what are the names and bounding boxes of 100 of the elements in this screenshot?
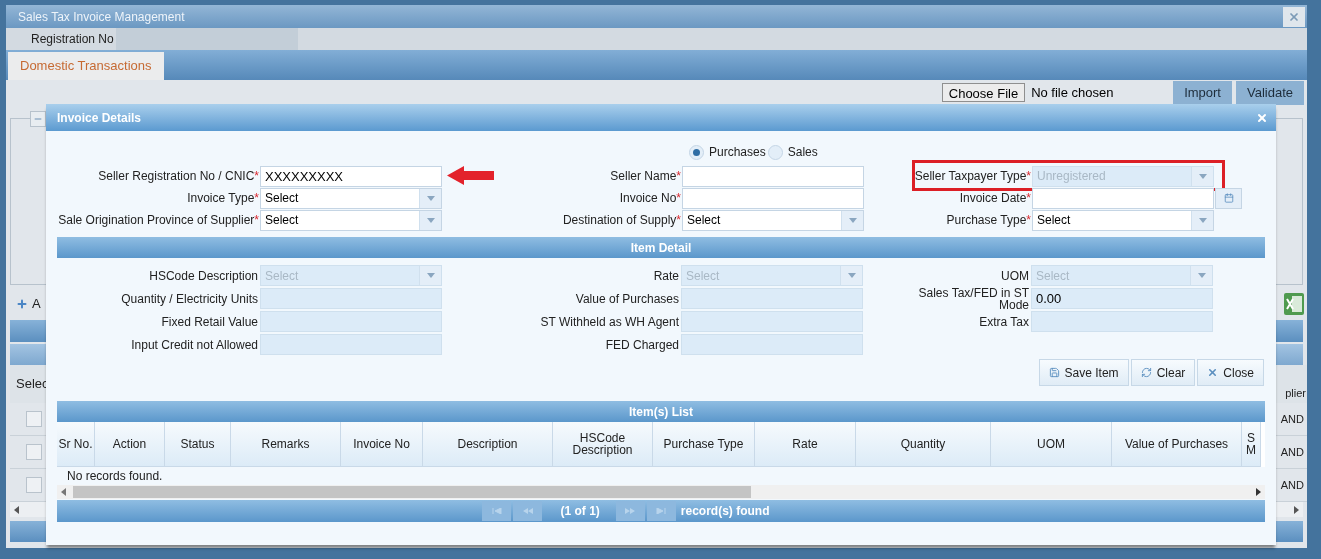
- caret-icon: [426, 195, 435, 201]
- field-label: Invoice Type*: [187, 190, 259, 207]
- previous-page-icon: [523, 508, 533, 514]
- scrollbar-thumb[interactable]: [73, 486, 751, 498]
- input-field[interactable]: [115, 28, 298, 50]
- column-header: Remarks: [231, 422, 341, 467]
- table-cell-text: AND: [1280, 477, 1304, 493]
- checkbox[interactable]: [26, 411, 42, 427]
- field-label: Fixed Retail Value: [161, 313, 258, 331]
- field-label: Destination of Supply*: [562, 212, 681, 229]
- field-label: UOM: [1001, 269, 1029, 282]
- column-header: Rate: [755, 422, 856, 467]
- field-label: FED Charged: [605, 336, 679, 354]
- close-icon: [1207, 367, 1219, 378]
- input-field[interactable]: [682, 187, 864, 209]
- column-header: Selec: [16, 375, 49, 394]
- close-button[interactable]: [1283, 6, 1305, 27]
- first-page-button[interactable]: [482, 501, 512, 521]
- field-label: HSCode Description: [149, 267, 258, 285]
- caret-icon: [1197, 273, 1206, 278]
- toolbar-button[interactable]: Import: [1173, 80, 1232, 105]
- field-label: Invoice Date*: [959, 190, 1031, 207]
- caret-icon: [426, 217, 435, 223]
- column-header: HSCode Description: [553, 422, 653, 467]
- field-label: Sale Origination Province of Supplier*: [58, 212, 259, 229]
- field-label: ST Withheld as WH Agent: [540, 313, 679, 331]
- section-header: Item Detail: [57, 237, 1265, 258]
- select-field[interactable]: Select: [1032, 209, 1214, 231]
- field-label: Extra Tax: [979, 315, 1029, 328]
- first-page-icon: [492, 508, 502, 514]
- column-header: UOM: [991, 422, 1112, 467]
- radio-option[interactable]: Sales: [767, 143, 818, 161]
- close-icon: [1288, 10, 1300, 23]
- radio-option[interactable]: Purchases: [689, 143, 766, 161]
- field-label: Value of Purchases: [575, 290, 679, 308]
- next-page-button[interactable]: [615, 501, 645, 521]
- column-header: Quantity: [856, 422, 991, 467]
- plus-icon: [16, 298, 28, 310]
- scrollbar[interactable]: [57, 485, 1265, 499]
- column-header: Invoice No: [341, 422, 423, 467]
- field-label: Quantity / Electricity Units: [121, 290, 258, 308]
- next-page-icon: [625, 508, 636, 514]
- column-header: Sr No.: [57, 422, 95, 467]
- select-field[interactable]: Select: [260, 209, 442, 231]
- table-cell-text: AND: [1280, 411, 1304, 427]
- close-icon[interactable]: [1256, 111, 1268, 124]
- calendar-button[interactable]: [1215, 187, 1242, 209]
- record-count: record(s) found: [680, 503, 770, 520]
- column-header: Action: [95, 422, 165, 467]
- caret-icon: [848, 217, 857, 223]
- field-label: Invoice No*: [619, 190, 681, 207]
- empty-message: No records found.: [67, 468, 163, 485]
- input-field[interactable]: [1032, 187, 1214, 209]
- checkbox[interactable]: [26, 477, 42, 493]
- caret-icon: [426, 273, 435, 278]
- scroll-right-icon: [1294, 505, 1299, 514]
- caret-icon: [847, 273, 856, 278]
- input-field[interactable]: [682, 165, 864, 187]
- field-label: Seller Taxpayer Type*: [914, 168, 1031, 185]
- save-icon: [1048, 367, 1060, 378]
- column-header: S M: [1242, 422, 1261, 467]
- caret-icon: [1198, 173, 1207, 179]
- column-header: Value of Purchases: [1112, 422, 1242, 467]
- checkbox[interactable]: [26, 444, 42, 460]
- action-button[interactable]: Clear: [1130, 359, 1196, 386]
- action-button[interactable]: Close: [1197, 359, 1264, 386]
- file-status: No file chosen: [1031, 83, 1115, 102]
- last-page-button[interactable]: [646, 501, 676, 521]
- action-button[interactable]: Save Item: [1038, 359, 1129, 386]
- dialog-title: Invoice Details: [57, 109, 142, 127]
- column-header: plier: [1285, 385, 1307, 401]
- field-label: Rate: [653, 267, 679, 285]
- select-field[interactable]: Select: [682, 209, 864, 231]
- spreadsheet-icon: [1283, 292, 1305, 316]
- prev-page-button[interactable]: [513, 501, 543, 521]
- field-label: Input Credit not Allowed: [131, 336, 258, 354]
- collapse-button[interactable]: [30, 111, 46, 127]
- section-header: Item(s) List: [57, 401, 1265, 422]
- choose-file-button[interactable]: Choose File: [941, 83, 1026, 102]
- select-field[interactable]: Select: [260, 187, 442, 209]
- field-label: Purchase Type*: [946, 212, 1031, 229]
- scroll-left-icon: [14, 505, 19, 514]
- add-button[interactable]: A: [16, 294, 41, 314]
- last-page-icon: [656, 508, 667, 514]
- caret-icon: [1198, 217, 1207, 223]
- field-label: Seller Name*: [610, 168, 681, 185]
- field-label: Seller Registration No / CNIC*: [98, 168, 259, 185]
- window-title: Sales Tax Invoice Management: [18, 8, 185, 26]
- column-header: Description: [423, 422, 553, 467]
- column-header: Purchase Type: [653, 422, 755, 467]
- toolbar-button[interactable]: Validate: [1236, 80, 1304, 105]
- scroll-right-icon: [1256, 488, 1261, 496]
- field-label: Registration No: [31, 31, 114, 48]
- page-indicator: (1 of 1): [560, 503, 600, 520]
- refresh-icon: [1140, 367, 1152, 378]
- field-label: Sales Tax/FED in ST Mode: [917, 286, 1029, 311]
- scroll-left-icon: [61, 488, 66, 496]
- input-field[interactable]: XXXXXXXXX: [260, 165, 442, 187]
- table-cell-text: AND: [1280, 444, 1304, 460]
- calendar-icon: [1223, 193, 1234, 203]
